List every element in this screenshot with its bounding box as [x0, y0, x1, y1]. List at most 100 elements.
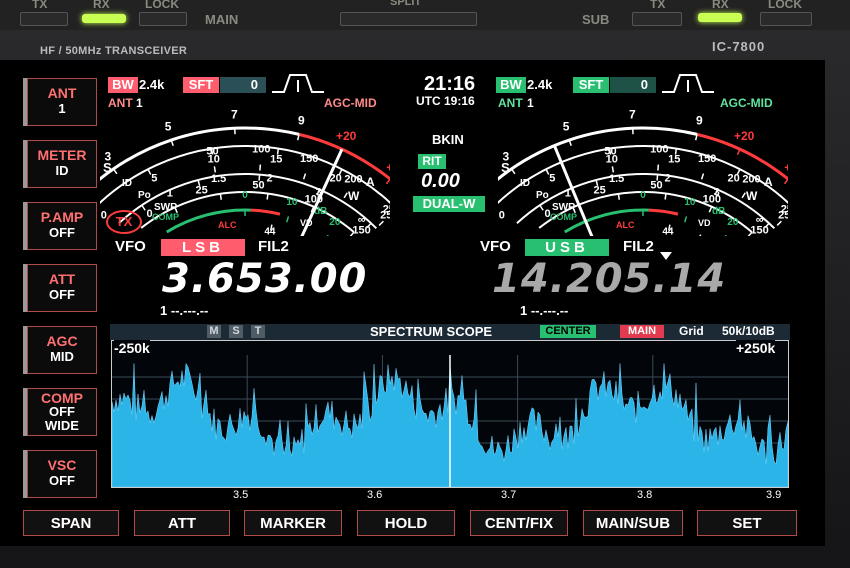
s-scale-tick	[510, 168, 516, 175]
po-scale-tick-label: 150	[750, 225, 768, 236]
s-label: S	[501, 160, 510, 175]
sub-filter: FIL2	[623, 238, 654, 255]
a-scale-tick	[741, 192, 746, 199]
sub-bw-tag: BW	[496, 77, 526, 93]
rx-led	[82, 14, 126, 23]
po-scale-tick-label: 25	[196, 185, 208, 197]
att-softkey[interactable]: ATT OFF	[27, 264, 97, 312]
sub-meter: 13579+20+40+60dB051015202550100150200250…	[498, 110, 788, 236]
ant-softkey-value: 1	[58, 101, 66, 116]
sub-frequency[interactable]: 14.205.14	[492, 256, 726, 302]
hold-button[interactable]: HOLD	[357, 510, 455, 536]
meter-softkey-value: ID	[55, 163, 69, 178]
swr-scale-tick-label: 3	[714, 187, 720, 199]
agc-softkey[interactable]: AGC MID	[27, 326, 97, 374]
att-softkey-value: OFF	[49, 287, 75, 302]
s-scale-tick-label: 7	[231, 110, 238, 121]
comp-scale-tick-label: 20	[727, 217, 739, 228]
pamp-softkey-value: OFF	[49, 225, 75, 240]
main-meter: 13579+20+40+60dB051015202550100150200250…	[100, 110, 390, 236]
scope-m-tag: M	[207, 325, 221, 338]
scope-grid-label: Grid	[679, 324, 704, 338]
scope-axis-label: 3.7	[501, 489, 517, 501]
comp-scale-tick	[724, 234, 727, 236]
utc-time: UTC 19:16	[416, 94, 475, 108]
marker-button[interactable]: MARKER	[244, 510, 342, 536]
id-label: ID	[122, 178, 132, 189]
lock-key[interactable]	[139, 12, 187, 26]
scope-s-tag: S	[229, 325, 243, 338]
a-scale-tick	[700, 173, 705, 180]
alc-label: ALC	[218, 220, 237, 230]
scope-title: SPECTRUM SCOPE	[370, 324, 493, 339]
main-filter-shape-icon	[272, 74, 324, 93]
scope-t-tag: T	[251, 325, 265, 338]
main-sub-button[interactable]: MAIN/SUB	[583, 510, 683, 536]
po-label: Po	[536, 190, 549, 201]
main-memory-channel: 1 --.---.--	[160, 303, 209, 318]
main-frequency[interactable]: 3.653.00	[162, 256, 367, 302]
swr-scale-tick	[266, 193, 269, 200]
comp-scale-arc	[165, 208, 251, 234]
swr-scale-tick-label: 1	[565, 187, 571, 199]
vd-label: VD	[698, 218, 711, 228]
brand-label: HF / 50MHz TRANSCEIVER	[40, 45, 188, 57]
att-button[interactable]: ATT	[134, 510, 230, 536]
scope-axis-label: 3.5	[233, 489, 249, 501]
comp-scale-tick-label: 10	[286, 197, 298, 208]
agc-softkey-label: AGC	[46, 333, 78, 349]
sub-mode[interactable]: USB	[525, 239, 609, 256]
comp-softkey[interactable]: COMP OFF WIDE	[27, 388, 97, 436]
swr-scale-tick-label: 1	[167, 187, 173, 199]
po-scale-tick-label: 150	[352, 225, 370, 236]
a-scale-tick	[302, 173, 307, 180]
main-mode[interactable]: LSB	[161, 239, 245, 256]
pamp-softkey[interactable]: P.AMP OFF	[27, 202, 97, 250]
a-scale-tick	[213, 166, 217, 173]
rit-value: 0.00	[421, 170, 460, 192]
a-scale-tick-label: 150	[300, 153, 318, 165]
swr-scale-tick-label: ∞	[756, 214, 764, 226]
scope-axis-label: 3.8	[637, 489, 653, 501]
comp-label: COMP	[550, 212, 577, 222]
scope-center-mode: CENTER	[540, 325, 596, 338]
s-scale-tick	[112, 168, 118, 175]
sub-lock-key[interactable]	[760, 12, 812, 26]
sub-vfo-label: VFO	[480, 238, 511, 255]
swr-scale-tick-label: 1.5	[609, 173, 624, 185]
po-scale-tick	[141, 204, 146, 211]
set-button[interactable]: SET	[697, 510, 797, 536]
scope-axis-label: 3.9	[766, 489, 782, 501]
meter-softkey[interactable]: METER ID	[27, 140, 97, 188]
tx-key[interactable]	[20, 12, 68, 26]
vd-scale-tick-label: 44	[264, 226, 276, 236]
cent-fix-button[interactable]: CENT/FIX	[470, 510, 568, 536]
a-scale-tick-label: 250	[383, 204, 390, 216]
sub-lock-label: LOCK	[768, 0, 802, 11]
main-bw-tag: BW	[108, 77, 138, 93]
sub-bw-value: 2.4k	[527, 77, 553, 92]
a-scale-tick	[776, 220, 782, 226]
a-label: A	[366, 175, 375, 189]
spectrum-plot[interactable]	[111, 340, 789, 488]
main-filter: FIL2	[258, 238, 289, 255]
comp-softkey-value: OFF	[49, 404, 75, 419]
comp-scale-arc	[563, 208, 649, 234]
meter-needle	[552, 145, 594, 236]
a-scale-tick-label: 50	[206, 146, 218, 158]
split-key[interactable]	[340, 12, 477, 26]
tx-indicator: TX	[106, 210, 142, 234]
sub-ant-label: ANT	[498, 96, 523, 110]
span-button[interactable]: SPAN	[23, 510, 119, 536]
a-scale-tick	[343, 192, 348, 199]
main-ant-value: 1	[136, 96, 143, 110]
main-vfo-label: VFO	[115, 238, 146, 255]
meter-softkey-label: METER	[37, 147, 87, 163]
s-scale-arc	[100, 126, 300, 181]
comp-scale-tick-label: 0	[640, 190, 646, 201]
sub-tx-key[interactable]	[632, 12, 682, 26]
vsc-softkey[interactable]: VSC OFF	[27, 450, 97, 498]
main-sft-tag: SFT	[183, 77, 219, 93]
s-scale-plus-tick-label: +40	[386, 160, 390, 174]
ant-softkey[interactable]: ANT 1	[27, 78, 97, 126]
